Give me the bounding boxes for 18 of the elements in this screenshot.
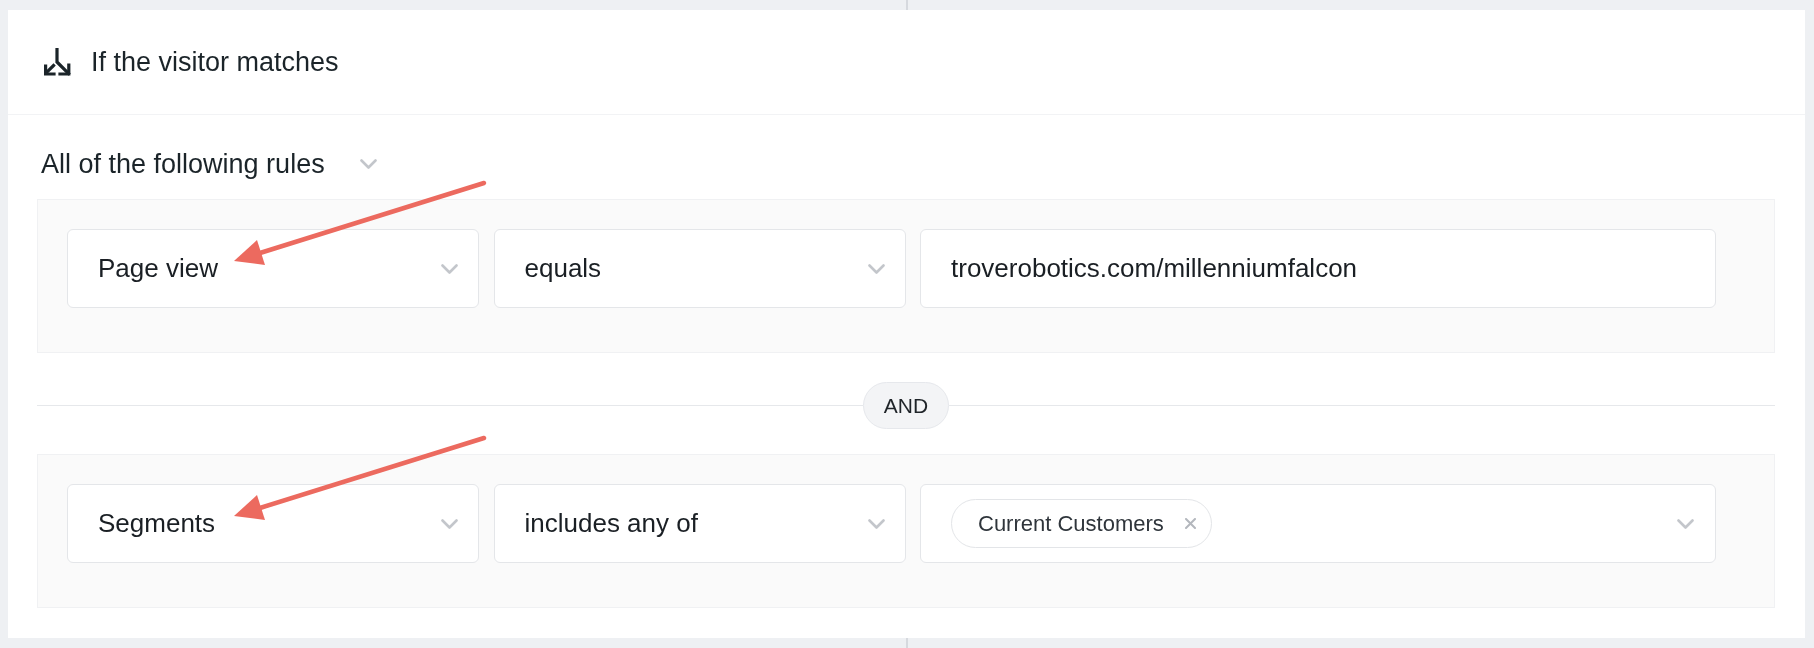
card-title: If the visitor matches	[91, 46, 339, 78]
field-dropdown[interactable]: Segments	[67, 484, 479, 563]
split-arrows-icon	[43, 48, 72, 76]
chevron-down-icon	[867, 263, 885, 274]
chevron-down-icon	[359, 159, 377, 169]
url-input[interactable]: troverobotics.com/millenniumfalcon	[920, 229, 1716, 308]
chevron-down-icon	[867, 518, 885, 529]
chevron-down-icon	[1677, 518, 1694, 529]
match-mode-dropdown[interactable]: All of the following rules	[37, 139, 377, 189]
chevron-down-icon	[441, 263, 458, 274]
field-dropdown[interactable]: Page view	[67, 229, 479, 308]
close-icon[interactable]	[1184, 518, 1196, 529]
operator-dropdown[interactable]: equals	[493, 229, 906, 308]
segment-tag[interactable]: Current Customers	[951, 499, 1212, 548]
segment-multiselect[interactable]: Current Customers	[920, 484, 1716, 563]
chevron-down-icon	[441, 518, 458, 529]
operator-pill: AND	[862, 382, 950, 429]
operator-dropdown[interactable]: includes any of	[493, 484, 906, 563]
